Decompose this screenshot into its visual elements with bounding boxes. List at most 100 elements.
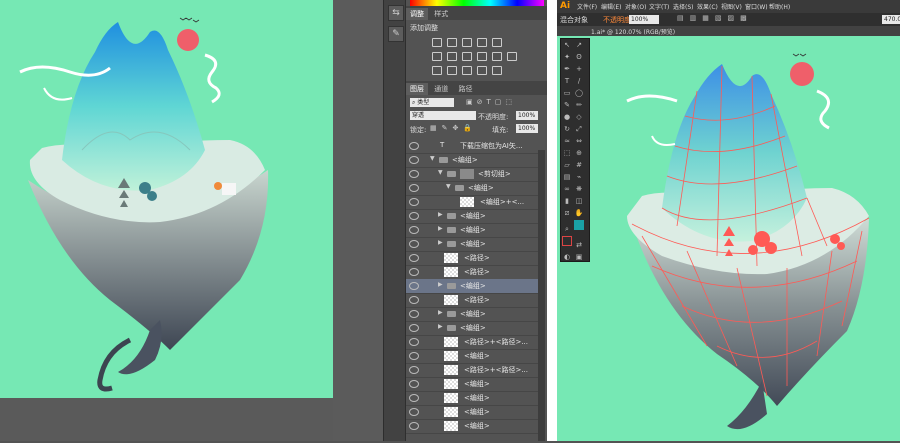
- tab-channels[interactable]: 通道: [430, 83, 452, 95]
- layer-row[interactable]: <编组>: [406, 405, 544, 420]
- visibility-eye-icon[interactable]: [409, 198, 419, 206]
- selective-color-icon[interactable]: [492, 66, 502, 75]
- zoom-tool-icon[interactable]: ⌕: [562, 224, 572, 234]
- tab-layers[interactable]: 图层: [406, 83, 428, 95]
- pen-tool-icon[interactable]: ✒: [562, 64, 572, 74]
- ai-align-icons[interactable]: ▤▥▦▧▨▩: [677, 14, 753, 22]
- visibility-eye-icon[interactable]: [409, 240, 419, 248]
- width-tool-icon[interactable]: ⇔: [574, 136, 584, 146]
- layer-row[interactable]: <编组>: [406, 349, 544, 364]
- ai-doc-tab[interactable]: 1.ai* @ 120.07% (RGB/预览): [591, 27, 675, 36]
- hue-icon[interactable]: [432, 52, 442, 61]
- visibility-eye-icon[interactable]: [409, 170, 419, 178]
- screen-mode-tool-icon[interactable]: ▣: [574, 252, 584, 262]
- column-graph-tool-icon[interactable]: ▮: [562, 196, 572, 206]
- ai-menu-item[interactable]: 帮助(H): [769, 2, 790, 11]
- ai-menu-item[interactable]: 视图(V): [721, 2, 742, 11]
- layer-row[interactable]: ▼ <编组>: [406, 153, 544, 168]
- layer-row[interactable]: ▼ <编组>: [406, 181, 544, 196]
- visibility-eye-icon[interactable]: [409, 338, 419, 346]
- history-icon[interactable]: ⇆: [388, 5, 404, 21]
- brush-preset-icon[interactable]: ✎: [388, 26, 404, 42]
- ai-menu-item[interactable]: 文件(F): [577, 2, 597, 11]
- gradient-tool-icon[interactable]: ▤: [562, 172, 572, 182]
- ai-coord-input[interactable]: 470.0: [882, 15, 900, 24]
- visibility-eye-icon[interactable]: [409, 352, 419, 360]
- layer-filter-select[interactable]: ⌕ 类型: [410, 98, 454, 107]
- ai-menu-item[interactable]: 选择(S): [673, 2, 694, 11]
- visibility-eye-icon[interactable]: [409, 310, 419, 318]
- visibility-eye-icon[interactable]: [409, 268, 419, 276]
- blob-tool-icon[interactable]: ●: [562, 112, 572, 122]
- free-transform-tool-icon[interactable]: ⬚: [562, 148, 572, 158]
- expand-toggle-icon[interactable]: ▶: [438, 225, 443, 232]
- visibility-eye-icon[interactable]: [409, 394, 419, 402]
- layer-row[interactable]: <编组>: [406, 377, 544, 392]
- blend-tool-icon[interactable]: ∞: [562, 184, 572, 194]
- expand-toggle-icon[interactable]: ▼: [446, 183, 451, 190]
- magic-wand-tool-icon[interactable]: ✦: [562, 52, 572, 62]
- visibility-eye-icon[interactable]: [409, 296, 419, 304]
- visibility-eye-icon[interactable]: [409, 226, 419, 234]
- brightness-icon[interactable]: [432, 38, 442, 47]
- add-anchor-tool-icon[interactable]: +: [574, 64, 584, 74]
- ps-document-canvas[interactable]: [0, 0, 333, 398]
- visibility-eye-icon[interactable]: [409, 142, 419, 150]
- ai-menu-item[interactable]: 编辑(E): [601, 2, 621, 11]
- slice-tool-icon[interactable]: ⧄: [562, 208, 572, 218]
- threshold-icon[interactable]: [462, 66, 472, 75]
- layer-row[interactable]: ▶ <编组>: [406, 321, 544, 336]
- levels-icon[interactable]: [447, 38, 457, 47]
- layer-row[interactable]: ▶ <编组>: [406, 279, 544, 294]
- ai-artboard[interactable]: [557, 36, 900, 441]
- posterize-icon[interactable]: [447, 66, 457, 75]
- mesh-tool-icon[interactable]: #: [574, 160, 584, 170]
- photo-filter-icon[interactable]: [477, 52, 487, 61]
- layer-row[interactable]: <编组>: [406, 391, 544, 406]
- visibility-eye-icon[interactable]: [409, 212, 419, 220]
- expand-toggle-icon[interactable]: ▶: [438, 323, 443, 330]
- layer-row[interactable]: <编组>+<...: [406, 195, 544, 210]
- eyedropper-tool-icon[interactable]: ⌁: [574, 172, 584, 182]
- layer-row[interactable]: T 下载压缩包为AI矢...: [406, 139, 544, 154]
- ai-menu-item[interactable]: 效果(C): [697, 2, 718, 11]
- ellipse-tool-icon[interactable]: ◯: [574, 88, 584, 98]
- layer-row[interactable]: <路径>: [406, 265, 544, 280]
- blend-mode-select[interactable]: 穿透: [410, 111, 476, 120]
- layer-row[interactable]: ▶ <编组>: [406, 209, 544, 224]
- layer-row[interactable]: <路径>: [406, 293, 544, 308]
- opacity-input[interactable]: 100%: [516, 111, 538, 120]
- layers-scrollbar[interactable]: [538, 150, 545, 441]
- ai-menu-item[interactable]: 窗口(W): [745, 2, 768, 11]
- curves-icon[interactable]: [462, 38, 472, 47]
- lasso-tool-icon[interactable]: ʘ: [574, 52, 584, 62]
- fill-tool-icon[interactable]: [574, 220, 584, 230]
- layer-row[interactable]: ▶ <编组>: [406, 237, 544, 252]
- layer-row[interactable]: ▶ <编组>: [406, 223, 544, 238]
- layer-row[interactable]: <路径>+<路径>...: [406, 363, 544, 378]
- expand-toggle-icon[interactable]: ▼: [430, 155, 435, 162]
- swap-tool-icon[interactable]: ⇄: [574, 240, 584, 250]
- tab-styles[interactable]: 样式: [430, 8, 452, 20]
- expand-toggle-icon[interactable]: ▶: [438, 309, 443, 316]
- visibility-eye-icon[interactable]: [409, 282, 419, 290]
- eraser-tool-icon[interactable]: ◇: [574, 112, 584, 122]
- gradient-map-icon[interactable]: [477, 66, 487, 75]
- layer-row[interactable]: <编组>: [406, 419, 544, 434]
- line-tool-icon[interactable]: /: [574, 76, 584, 86]
- draw-mode-tool-icon[interactable]: ◐: [562, 252, 572, 262]
- layer-row[interactable]: <路径>+<路径>...: [406, 335, 544, 350]
- exposure-icon[interactable]: [477, 38, 487, 47]
- lookup-icon[interactable]: [507, 52, 517, 61]
- tab-paths[interactable]: 路径: [454, 83, 476, 95]
- ai-menu-item[interactable]: 文字(T): [649, 2, 669, 11]
- visibility-eye-icon[interactable]: [409, 408, 419, 416]
- invert-icon[interactable]: [432, 66, 442, 75]
- visibility-eye-icon[interactable]: [409, 184, 419, 192]
- visibility-eye-icon[interactable]: [409, 156, 419, 164]
- vibrance-icon[interactable]: [492, 38, 502, 47]
- expand-toggle-icon[interactable]: ▶: [438, 239, 443, 246]
- artboard-tool-icon[interactable]: ◫: [574, 196, 584, 206]
- layer-filter-icons[interactable]: ▣⊘T▢⬚: [466, 98, 516, 106]
- ai-opacity-input[interactable]: 100%: [629, 15, 659, 24]
